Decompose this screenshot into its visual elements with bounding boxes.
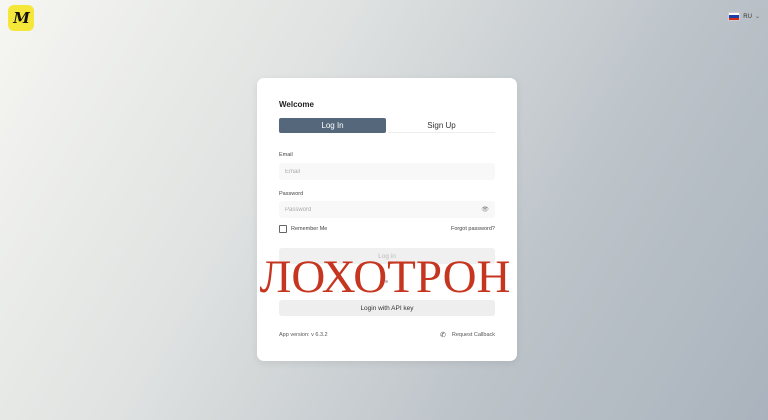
app-version: App version: v 6.3.2	[279, 332, 328, 338]
russia-flag-icon	[728, 12, 741, 21]
remember-me-label: Remember Me	[291, 226, 328, 232]
logo-text: M	[13, 9, 30, 27]
overlay-stamp-text: ЛОХОТРОН	[259, 251, 511, 303]
auth-tabs: Log In Sign Up	[279, 118, 495, 133]
request-callback-label: Request Callback	[451, 332, 495, 338]
app-logo[interactable]: M	[8, 5, 34, 31]
phone-icon: ✆	[440, 332, 446, 339]
card-title: Welcome	[279, 100, 314, 109]
email-field[interactable]	[285, 168, 465, 175]
tab-log-in[interactable]: Log In	[279, 118, 386, 133]
password-label: Password	[279, 191, 304, 197]
login-card: Welcome Log In Sign Up Email Password 👁 …	[257, 78, 517, 361]
show-password-icon[interactable]: 👁	[481, 206, 489, 213]
forgot-password-link[interactable]: Forgot password?	[451, 226, 495, 232]
email-field-wrapper	[279, 163, 495, 180]
remember-me-checkbox[interactable]	[279, 225, 287, 233]
chevron-down-icon: ⌄	[754, 14, 760, 20]
language-code: RU	[743, 13, 752, 20]
email-label: Email	[279, 152, 293, 158]
request-callback-link[interactable]: ✆ Request Callback	[440, 331, 495, 339]
remember-me: Remember Me	[279, 225, 327, 233]
password-field[interactable]	[285, 206, 465, 213]
password-field-wrapper: 👁	[279, 201, 495, 218]
language-selector[interactable]: RU ⌄	[728, 12, 760, 21]
tab-sign-up[interactable]: Sign Up	[388, 118, 495, 133]
